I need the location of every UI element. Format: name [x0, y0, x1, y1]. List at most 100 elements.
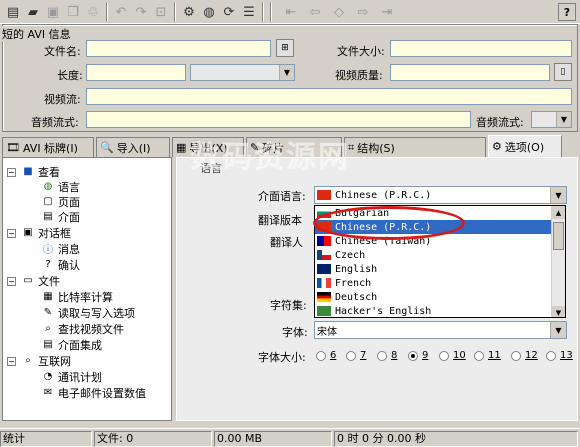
- tab-structure[interactable]: ⌗ 结构(S): [344, 137, 486, 157]
- tree-item-message[interactable]: ⓘ 消息: [41, 241, 80, 257]
- tree-item-page[interactable]: ▢ 页面: [41, 194, 80, 209]
- globe-icon: ◍: [43, 181, 53, 192]
- last-icon[interactable]: ⇥: [378, 3, 396, 21]
- font-size-radio-12[interactable]: [511, 351, 521, 361]
- tree-item-readwrite[interactable]: ✎ 读取与写入选项: [41, 305, 135, 320]
- translator-label: 翻译人: [270, 236, 303, 249]
- language-option[interactable]: French: [315, 276, 553, 290]
- open-folder-icon[interactable]: ▰: [24, 3, 42, 21]
- browse-file-button[interactable]: ⊞: [276, 39, 294, 57]
- taiwan-flag-icon: [317, 236, 331, 246]
- chevron-down-icon[interactable]: ▼: [550, 187, 566, 203]
- highlight-oval: [313, 206, 465, 240]
- language-option[interactable]: English: [315, 262, 553, 276]
- collapse-toggle[interactable]: −: [7, 229, 16, 238]
- tree-item-email[interactable]: ✉ 电子邮件设置数值: [41, 385, 146, 400]
- redo-icon[interactable]: ↷: [132, 3, 150, 21]
- find-icon: ⌕: [45, 323, 51, 334]
- file-name-field[interactable]: [86, 40, 271, 57]
- tab-label: 导入(I): [116, 141, 151, 155]
- config-icon[interactable]: ⚙: [180, 3, 198, 21]
- radio-label: 13: [560, 350, 573, 361]
- web-icon[interactable]: ◍: [200, 3, 218, 21]
- collapse-toggle[interactable]: −: [7, 168, 16, 177]
- scroll-down-icon[interactable]: ▼: [552, 306, 565, 317]
- language-name: Czech: [335, 249, 366, 261]
- chevron-down-icon[interactable]: ▼: [279, 65, 294, 80]
- tree-item-integration[interactable]: ▤ 介面集成: [41, 337, 102, 352]
- toolbar-separator: [262, 3, 264, 21]
- scroll-thumb[interactable]: [553, 222, 564, 250]
- recycle-icon[interactable]: ♲: [84, 3, 102, 21]
- tree-item-find-video[interactable]: ⌕ 查找视频文件: [41, 321, 124, 336]
- dropdown-scrollbar[interactable]: ▲ ▼: [551, 206, 565, 317]
- length-unit-select[interactable]: ▼: [190, 64, 295, 81]
- tree-item-label: 消息: [58, 242, 80, 256]
- scroll-up-icon[interactable]: ▲: [552, 206, 565, 219]
- new-file-icon[interactable]: ▤: [4, 3, 22, 21]
- language-option[interactable]: Czech: [315, 248, 553, 262]
- video-stream-field[interactable]: [86, 88, 572, 105]
- tree-item-file[interactable]: ▭ 文件: [21, 273, 60, 288]
- help-button[interactable]: ?: [558, 3, 576, 21]
- length-field[interactable]: [86, 64, 186, 81]
- diamond-icon[interactable]: ◇: [330, 3, 348, 21]
- tree-item-label: 读取与写入选项: [58, 306, 135, 320]
- language-option[interactable]: Deutsch: [315, 290, 553, 304]
- next-icon[interactable]: ⇨: [354, 3, 372, 21]
- interface-language-select[interactable]: Chinese (P.R.C.) ▼: [314, 186, 567, 204]
- language-name: English: [335, 263, 378, 275]
- font-size-radio-6[interactable]: [316, 351, 326, 361]
- lock-icon[interactable]: ⊡: [152, 3, 170, 21]
- tree-item-confirm[interactable]: ? 确认: [41, 257, 80, 272]
- audio-stream2-label: 音频流式:: [476, 116, 524, 129]
- audio-stream-field[interactable]: [86, 111, 471, 128]
- undo-icon[interactable]: ↶: [112, 3, 130, 21]
- refresh-icon[interactable]: ⟳: [220, 3, 238, 21]
- collapse-toggle[interactable]: −: [7, 357, 16, 366]
- quality-info-button[interactable]: ▯: [554, 63, 572, 81]
- language-name: Deutsch: [335, 291, 378, 303]
- tab-import[interactable]: 🔍 导入(I): [96, 137, 170, 157]
- tab-label: 结构(S): [357, 141, 395, 155]
- calculator-icon: ▦: [43, 291, 53, 302]
- file-size-field[interactable]: [390, 40, 572, 57]
- font-size-radio-13[interactable]: [546, 351, 556, 361]
- france-flag-icon: [317, 278, 331, 288]
- tree-item-schedule[interactable]: ◔ 通讯计划: [41, 369, 102, 384]
- tree-item-dialog[interactable]: ▣ 对话框: [21, 225, 71, 240]
- czech-flag-icon: [317, 250, 331, 260]
- copy-icon[interactable]: ❐: [64, 3, 82, 21]
- list-icon[interactable]: ☰: [240, 3, 258, 21]
- hacker-flag-icon: [317, 306, 331, 316]
- tree-item-label: 页面: [58, 195, 80, 209]
- font-size-radio-11[interactable]: [474, 351, 484, 361]
- tree-item-view[interactable]: ■ 查看: [21, 164, 60, 179]
- options-tree[interactable]: − ■ 查看 ◍ 语言 ▢ 页面 ▤ 介面 − ▣ 对话框 ⓘ 消息 ? 确认 − ▭ 文件 ▦…: [2, 157, 172, 421]
- language-option[interactable]: Hacker's English: [315, 304, 553, 317]
- prev-icon[interactable]: ⇦: [306, 3, 324, 21]
- length-label: 长度:: [57, 69, 83, 82]
- tree-item-label: 介面集成: [58, 338, 102, 352]
- font-size-radio-10[interactable]: [439, 351, 449, 361]
- video-quality-select[interactable]: [390, 64, 550, 81]
- save-icon[interactable]: ▣: [44, 3, 62, 21]
- file-icon: ▭: [23, 275, 33, 286]
- font-size-radio-8[interactable]: [377, 351, 387, 361]
- tree-item-language[interactable]: ◍ 语言: [41, 179, 80, 194]
- first-icon[interactable]: ⇤: [282, 3, 300, 21]
- font-select[interactable]: 宋体 ▼: [314, 321, 567, 339]
- tree-item-internet[interactable]: ⌕ 互联网: [21, 353, 71, 368]
- audio-stream-select[interactable]: ▼: [531, 111, 572, 128]
- chevron-down-icon[interactable]: ▼: [550, 322, 566, 338]
- chevron-down-icon[interactable]: ▼: [556, 112, 571, 127]
- tree-item-interface[interactable]: ▤ 介面: [41, 209, 80, 224]
- tab-avi-tag[interactable]: 🎞 AVI 标牌(I): [2, 137, 94, 157]
- collapse-toggle[interactable]: −: [7, 277, 16, 286]
- email-icon: ✉: [43, 387, 53, 398]
- tab-options[interactable]: ⚙ 选项(O): [488, 135, 562, 157]
- font-size-radio-7[interactable]: [346, 351, 356, 361]
- tree-item-bitrate[interactable]: ▦ 比特率计算: [41, 289, 113, 304]
- font-size-radio-9[interactable]: [408, 351, 418, 361]
- selected-language: Chinese (P.R.C.): [335, 189, 432, 201]
